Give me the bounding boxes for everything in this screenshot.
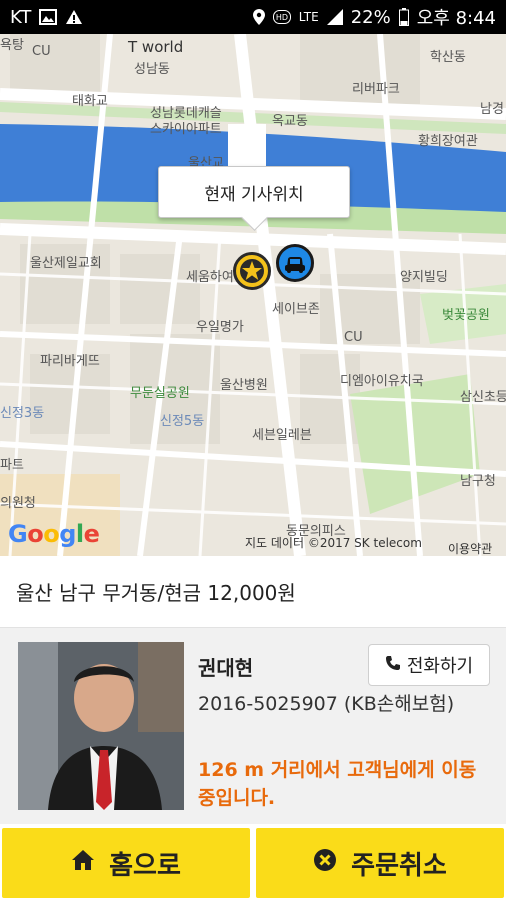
map-place-label: 리버파크 — [352, 82, 400, 97]
map-place-label: 스카이아파트 — [150, 122, 222, 137]
star-icon — [240, 259, 264, 283]
map-place-label: 무둔실공원 — [130, 386, 190, 401]
car-icon — [285, 257, 305, 273]
battery-label: 22% — [350, 6, 391, 28]
driver-license: 2016-5025907 (KB손해보험) — [198, 693, 455, 715]
call-button[interactable]: 전화하기 — [368, 644, 490, 686]
map-place-label: 세움하여 — [186, 270, 234, 285]
map-place-label: 신정5동 — [160, 414, 205, 429]
callout-text: 현재 기사위치 — [204, 184, 304, 205]
map-place-label: T world — [128, 38, 184, 56]
driver-location-callout: 현재 기사위치 — [158, 166, 350, 218]
map-place-label: 의원청 — [0, 496, 36, 511]
network-label: LTE — [298, 10, 319, 24]
map-copyright: 지도 데이터 ©2017 SK telecom — [245, 536, 422, 550]
map-place-label: 디엠아이유치국 — [340, 374, 424, 389]
map-place-label: 남경 — [480, 102, 504, 117]
map-terms-link[interactable]: 이용약관 — [448, 540, 492, 556]
map-place-label: 세븐일레븐 — [252, 428, 312, 443]
home-icon — [71, 848, 95, 878]
warning-icon — [65, 9, 83, 25]
map-place-label: 성남동 — [134, 62, 170, 77]
status-bar: KT HD LTE 22% 오후 8:44 — [0, 0, 506, 34]
clock: 오후 8:44 — [416, 8, 496, 29]
map-place-label: 우일명가 — [196, 320, 244, 335]
map-place-label: 세이브존 — [272, 302, 320, 317]
map-place-label: 태화교 — [72, 94, 108, 109]
driver-photo — [18, 642, 184, 810]
map-place-label: 양지빌딩 — [400, 270, 448, 285]
map-place-label: 파리바게뜨 — [40, 354, 100, 369]
map-place-label: 울산제일교회 — [30, 256, 102, 271]
cancel-icon — [313, 848, 337, 879]
hd-icon: HD — [272, 10, 291, 24]
order-address-text: 울산 남구 무거동/현금 12,000원 — [16, 581, 296, 605]
phone-icon — [385, 655, 401, 676]
map-place-label: 학산동 — [430, 50, 466, 65]
map-place-label: 파트 — [0, 458, 24, 473]
map-place-label: CU — [32, 44, 51, 59]
driver-name: 권대현 — [198, 656, 254, 680]
home-button[interactable]: 홈으로 — [2, 828, 250, 898]
map-place-label: 벚꽃공원 — [442, 308, 490, 323]
image-icon — [39, 9, 58, 25]
cancel-order-button[interactable]: 주문취소 — [256, 828, 504, 898]
signal-icon — [326, 9, 343, 25]
driver-status: 126 m 거리에서 고객님에게 이동 중입니다. — [198, 759, 477, 809]
map-place-label: 옥교동 — [272, 114, 308, 129]
call-button-label: 전화하기 — [406, 656, 474, 677]
home-button-label: 홈으로 — [109, 850, 181, 881]
map-place-label: 욕탕 — [0, 38, 24, 53]
map-place-label: 삼신초등 — [460, 390, 506, 405]
driver-panel: 권대현 전화하기 2016-5025907 (KB손해보험) 126 m 거리에… — [0, 628, 506, 824]
bottom-action-bar: 홈으로 주문취소 — [0, 826, 506, 900]
map-place-label: CU — [344, 330, 363, 345]
map-place-label: 남구청 — [460, 474, 496, 489]
map-background — [0, 34, 506, 556]
driver-marker[interactable] — [233, 252, 271, 290]
map-view[interactable]: T world CU 욕탕 성남동 학산동 리버파크 태화교 남경 성남롯데캐슬 스카이아파트 옥교… — [0, 34, 506, 556]
carrier-label: KT — [10, 6, 32, 28]
order-address: 울산 남구 무거동/현금 12,000원 — [0, 556, 506, 628]
taxi-marker[interactable] — [276, 244, 314, 282]
svg-text:HD: HD — [276, 13, 288, 22]
map-place-label: 황희장여관 — [418, 134, 478, 149]
cancel-button-label: 주문취소 — [351, 850, 447, 881]
map-place-label: 울산병원 — [220, 378, 268, 393]
google-logo: Google — [8, 520, 100, 548]
battery-icon — [398, 8, 409, 26]
location-icon — [252, 9, 265, 25]
map-place-label: 신정3동 — [0, 406, 45, 421]
